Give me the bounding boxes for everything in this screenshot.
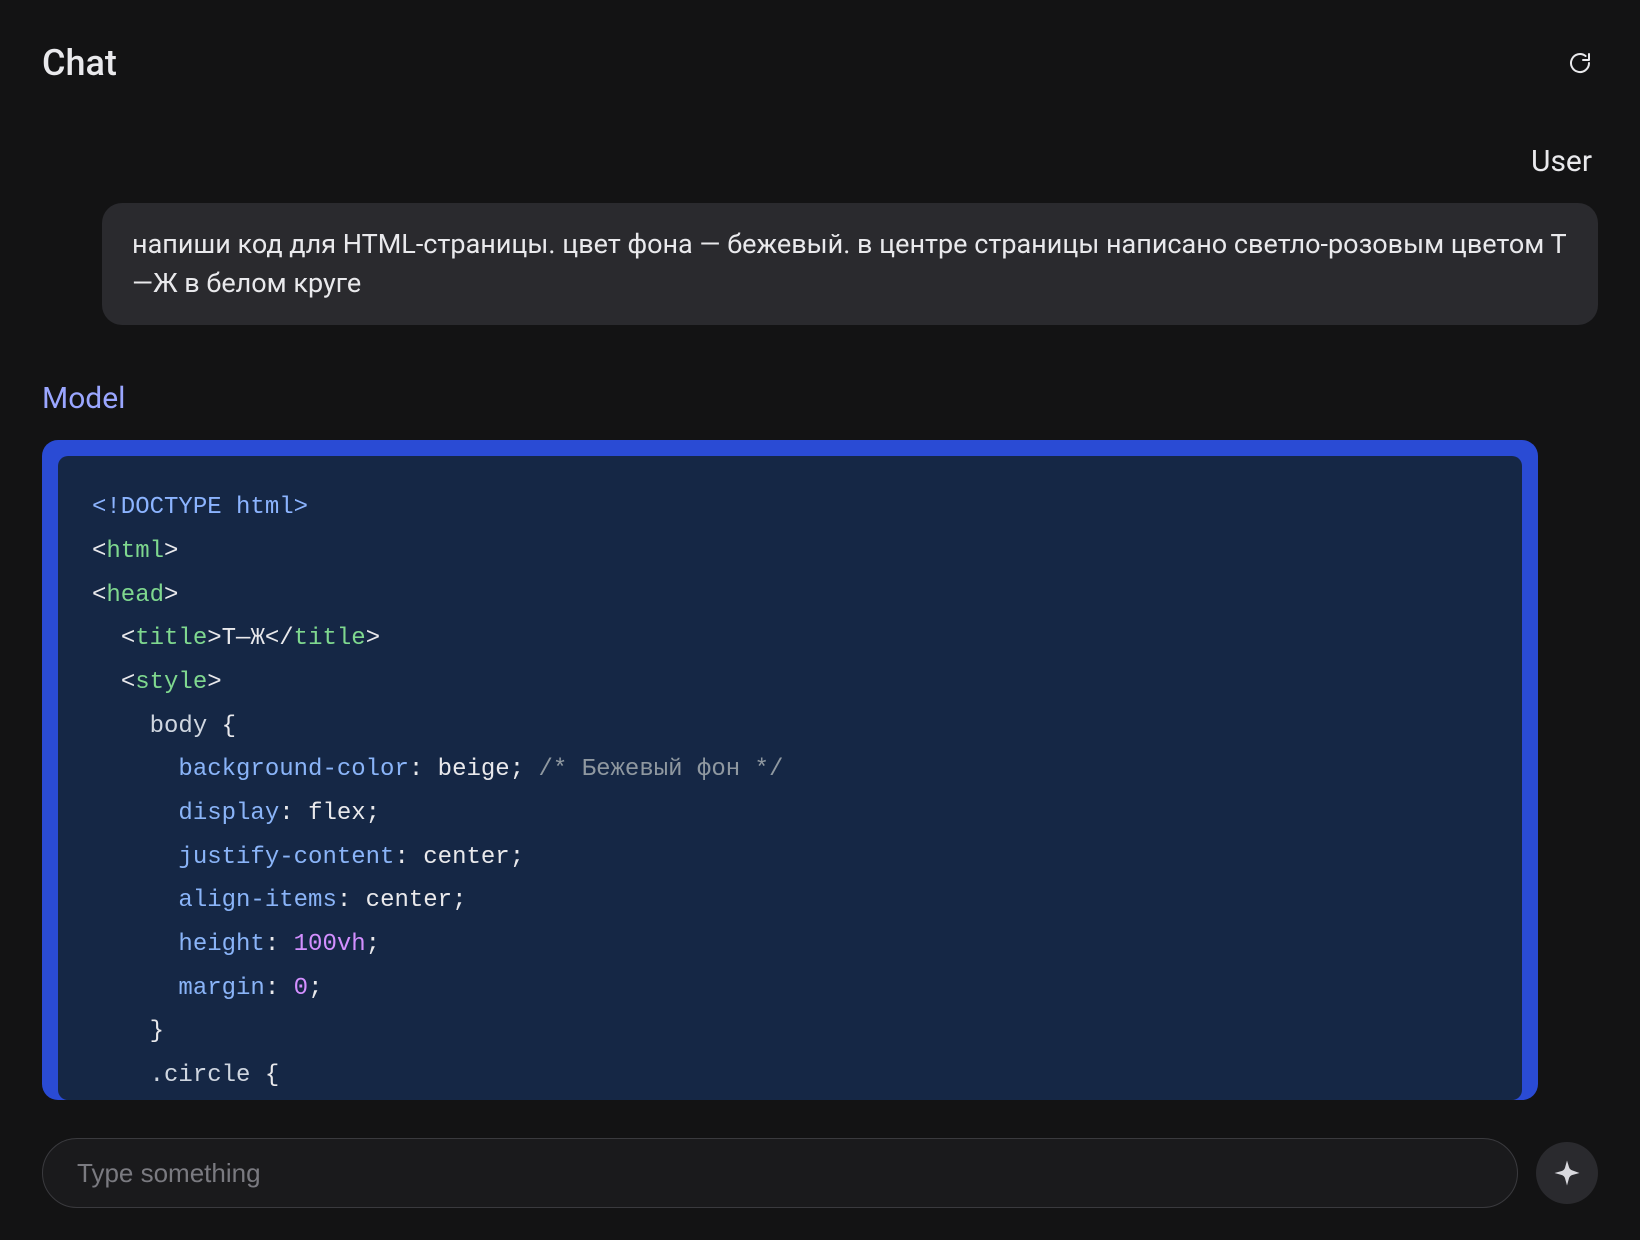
page-title: Chat [42, 42, 117, 84]
user-message: напиши код для HTML-страницы. цвет фона … [102, 203, 1598, 325]
code-block-inner: <!DOCTYPE html> <html> <head> <title>Т—Ж… [58, 456, 1522, 1100]
sparkle-icon [1552, 1158, 1582, 1188]
model-response-code-block: <!DOCTYPE html> <html> <head> <title>Т—Ж… [42, 440, 1538, 1100]
message-input-wrap[interactable] [42, 1138, 1518, 1208]
message-input[interactable] [75, 1157, 1485, 1190]
refresh-icon [1568, 49, 1592, 77]
chat-app: Chat User напиши код для HTML-страницы. … [0, 0, 1640, 1240]
code-content: <!DOCTYPE html> <html> <head> <title>Т—Ж… [92, 486, 1488, 1097]
conversation: User напиши код для HTML-страницы. цвет … [0, 144, 1640, 1118]
model-role-label: Model [42, 381, 1598, 416]
send-button[interactable] [1536, 1142, 1598, 1204]
refresh-button[interactable] [1562, 45, 1598, 81]
user-role-label: User [42, 144, 1598, 179]
composer [0, 1118, 1640, 1240]
header: Chat [0, 0, 1640, 84]
